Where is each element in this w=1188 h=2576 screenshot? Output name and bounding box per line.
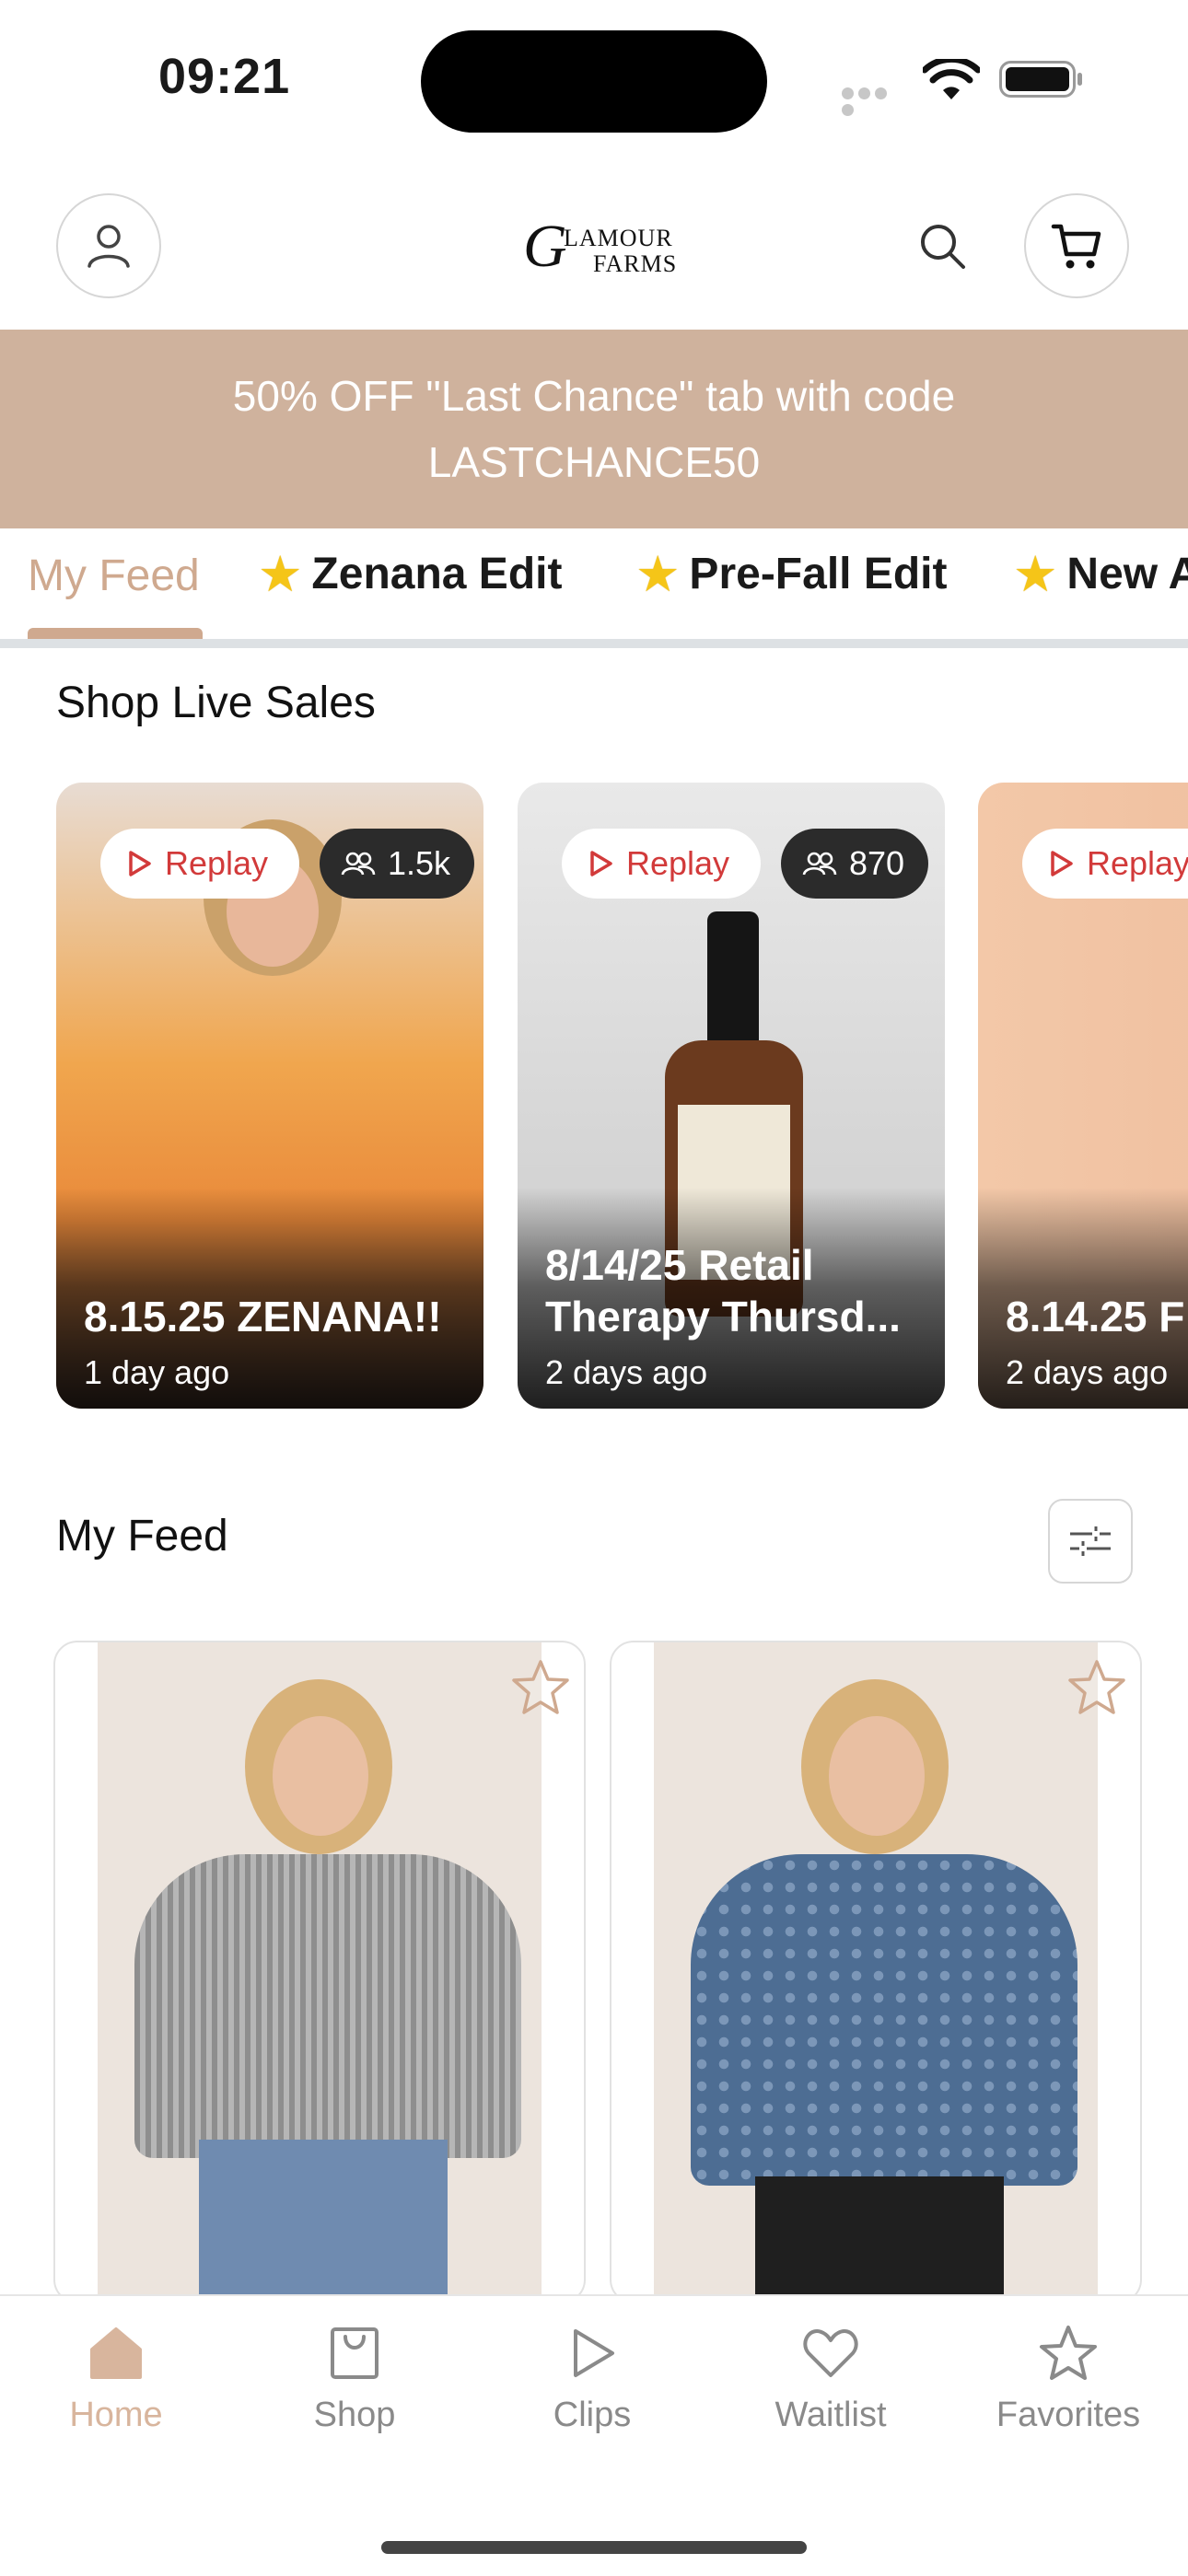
feed-tabs: My Feed ★ Zenana Edit ★ Pre-Fall Edit ★ … [0,528,1188,648]
star-icon [1040,2326,1097,2380]
live-sale-card[interactable]: Replay 8.14.25 F 2 days ago [978,783,1188,1409]
live-sales-heading: Shop Live Sales [56,679,376,727]
live-sale-title: 8.15.25 ZENANA!! [84,1293,442,1340]
app-header: G LAMOUR FARMS [0,166,1188,330]
home-icon [90,2327,142,2379]
favorite-star-icon[interactable] [510,1657,571,1718]
brand-logo[interactable]: G LAMOUR FARMS [497,212,691,285]
live-sale-title: 8/14/25 Retail Therapy Thursd... [545,1241,901,1340]
star-icon: ★ [635,547,681,602]
nav-clips[interactable]: Clips [500,2324,684,2435]
live-sale-card[interactable]: Replay 870 8/14/25 Retail Therapy Thursd… [518,783,945,1409]
my-feed-heading: My Feed [56,1512,228,1561]
nav-home[interactable]: Home [24,2324,208,2435]
cart-button[interactable] [1024,193,1129,298]
viewer-count-badge: 870 [781,829,929,899]
live-sale-time: 2 days ago [545,1353,708,1391]
play-icon [574,2329,614,2377]
filter-button[interactable] [1048,1499,1133,1584]
viewers-icon [802,852,837,876]
shopping-bag-icon [331,2327,379,2379]
star-icon: ★ [1013,547,1058,602]
viewer-count-badge: 1.5k [320,829,475,899]
status-bar: 09:21 [0,0,1188,166]
nav-waitlist[interactable]: Waitlist [739,2324,923,2435]
active-tab-indicator [28,628,203,639]
heart-icon [803,2329,858,2377]
replay-badge[interactable]: Replay [562,829,762,899]
live-sale-card[interactable]: Replay 1.5k 8.15.25 ZENANA!! 1 day ago [56,783,483,1409]
promo-banner[interactable]: 50% OFF "Last Chance" tab with code LAST… [0,330,1188,528]
live-sale-time: 1 day ago [84,1353,230,1391]
play-icon [129,851,151,876]
play-icon [1051,851,1073,876]
search-button[interactable] [917,221,969,273]
bottom-navigation: Home Shop Clips Waitlist Favorites [0,2294,1188,2576]
star-icon: ★ [258,547,303,602]
sliders-icon [1070,1526,1111,1556]
tab-pre-fall-edit[interactable]: ★ Pre-Fall Edit [635,545,947,603]
product-image [654,1642,1098,2302]
replay-badge[interactable]: Replay [1022,829,1188,899]
nav-favorites[interactable]: Favorites [976,2324,1160,2435]
product-card[interactable] [610,1641,1142,2303]
replay-badge[interactable]: Replay [100,829,300,899]
live-sale-title: 8.14.25 F [1006,1293,1185,1340]
cellular-signal-icon [842,87,906,116]
play-icon [590,851,612,876]
wifi-icon [923,59,980,99]
battery-icon [999,61,1082,98]
live-sale-time: 2 days ago [1006,1353,1169,1391]
dynamic-island [421,30,767,133]
tab-my-feed[interactable]: My Feed [28,551,200,601]
product-card[interactable] [53,1641,586,2303]
favorite-star-icon[interactable] [1066,1657,1127,1718]
live-sales-carousel[interactable]: Replay 1.5k 8.15.25 ZENANA!! 1 day ago R… [0,783,1188,1409]
user-icon [87,225,130,268]
status-time: 09:21 [158,49,291,104]
nav-shop[interactable]: Shop [262,2324,447,2435]
viewers-icon [341,852,376,876]
home-indicator [381,2541,807,2554]
tab-zenana-edit[interactable]: ★ Zenana Edit [258,545,562,603]
promo-text: 50% OFF "Last Chance" tab with code LAST… [232,372,956,486]
tab-new-arrivals[interactable]: ★ New A [1013,545,1188,603]
search-icon [921,225,965,269]
product-image [98,1642,542,2302]
cart-icon [1051,224,1101,269]
account-button[interactable] [56,193,161,298]
